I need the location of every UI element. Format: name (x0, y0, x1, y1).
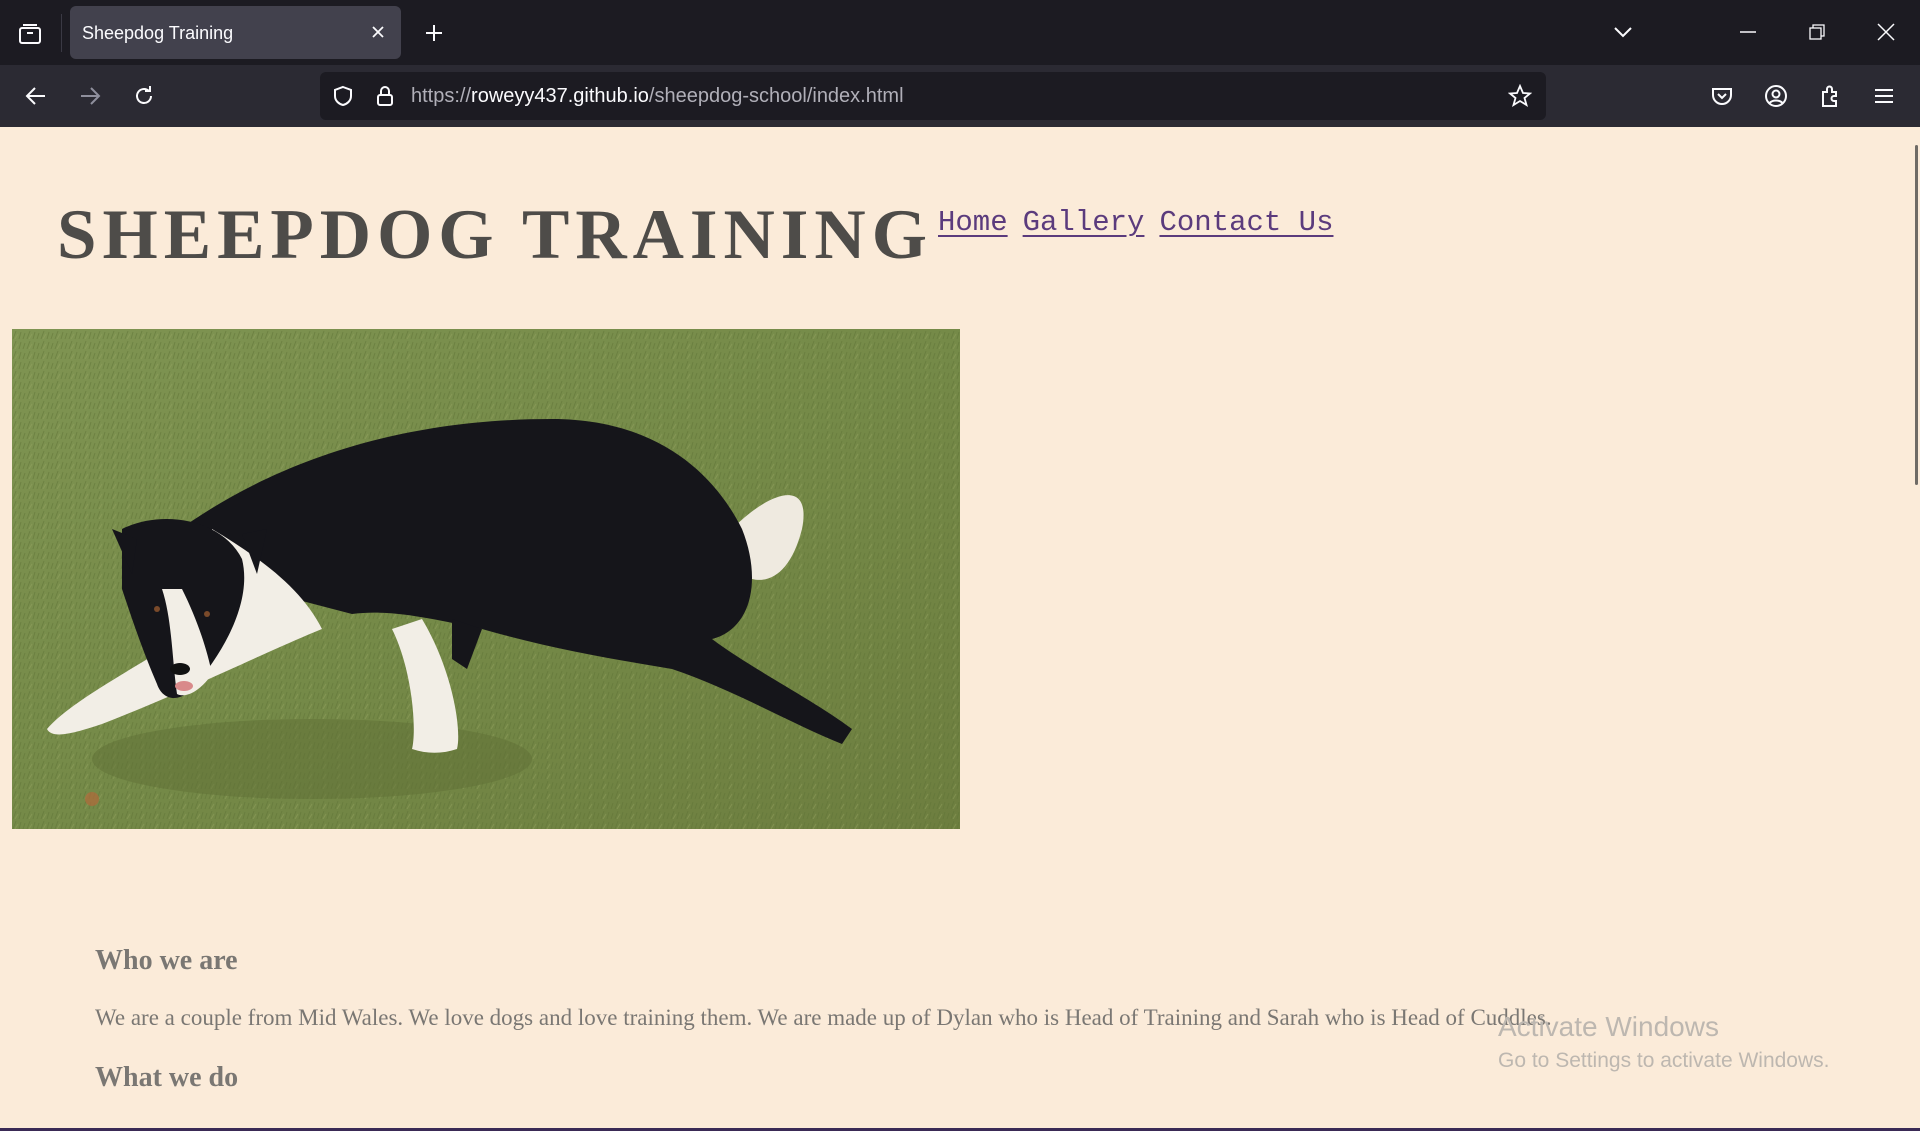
tab-separator (61, 14, 62, 52)
watermark-subtitle: Go to Settings to activate Windows. (1498, 1049, 1830, 1072)
nav-link-contact-us[interactable]: Contact Us (1159, 206, 1333, 239)
minimize-icon[interactable] (1726, 12, 1770, 52)
bookmark-star-icon[interactable] (1507, 83, 1533, 109)
section-heading-what-we-do: What we do (95, 1062, 239, 1093)
list-all-tabs-icon[interactable] (1601, 12, 1645, 52)
reload-icon[interactable] (124, 76, 164, 116)
watermark-title: Activate Windows (1498, 1011, 1719, 1042)
tab-active[interactable]: Sheepdog Training (70, 6, 401, 59)
nav-link-gallery[interactable]: Gallery (1023, 206, 1145, 239)
url-host: roweyy437.github.io (471, 85, 649, 107)
section-text-who-we-are: We are a couple from Mid Wales. We love … (95, 1005, 1552, 1030)
forward-icon[interactable] (70, 76, 110, 116)
address-bar[interactable]: https://roweyy437.github.io/sheepdog-sch… (320, 72, 1546, 120)
page-viewport: SHEEPDOG TRAINING Home Gallery Contact U… (0, 127, 1920, 1131)
account-icon[interactable] (1756, 76, 1796, 116)
back-icon[interactable] (16, 76, 56, 116)
navigation-toolbar: https://roweyy437.github.io/sheepdog-sch… (0, 65, 1920, 127)
hero-image-sheepdog (12, 329, 960, 829)
scrollbar-thumb[interactable] (1915, 145, 1918, 485)
new-tab-icon[interactable] (415, 14, 453, 52)
firefox-view-icon[interactable] (10, 14, 50, 54)
tracking-protection-shield-icon[interactable] (330, 83, 356, 109)
url-scheme: https:// (411, 85, 472, 107)
tab-strip: Sheepdog Training (0, 0, 1920, 65)
site-title: SHEEPDOG TRAINING (57, 196, 933, 274)
page-scrollbar[interactable] (1910, 127, 1920, 1131)
close-tab-icon[interactable] (365, 19, 391, 45)
site-navigation: Home Gallery Contact Us (938, 206, 1333, 239)
pocket-icon[interactable] (1702, 76, 1742, 116)
restore-icon[interactable] (1795, 12, 1839, 52)
menu-hamburger-icon[interactable] (1864, 76, 1904, 116)
lock-icon[interactable] (372, 83, 398, 109)
nav-link-home[interactable]: Home (938, 206, 1008, 239)
url-text[interactable]: https://roweyy437.github.io/sheepdog-sch… (411, 85, 904, 108)
url-path: /sheepdog-school/index.html (648, 85, 904, 107)
tab-title: Sheepdog Training (82, 23, 234, 43)
windows-activation-watermark: Activate Windows Go to Settings to activ… (1498, 1011, 1830, 1073)
section-heading-who-we-are: Who we are (95, 945, 238, 976)
close-window-icon[interactable] (1864, 12, 1908, 52)
extensions-icon[interactable] (1810, 76, 1850, 116)
